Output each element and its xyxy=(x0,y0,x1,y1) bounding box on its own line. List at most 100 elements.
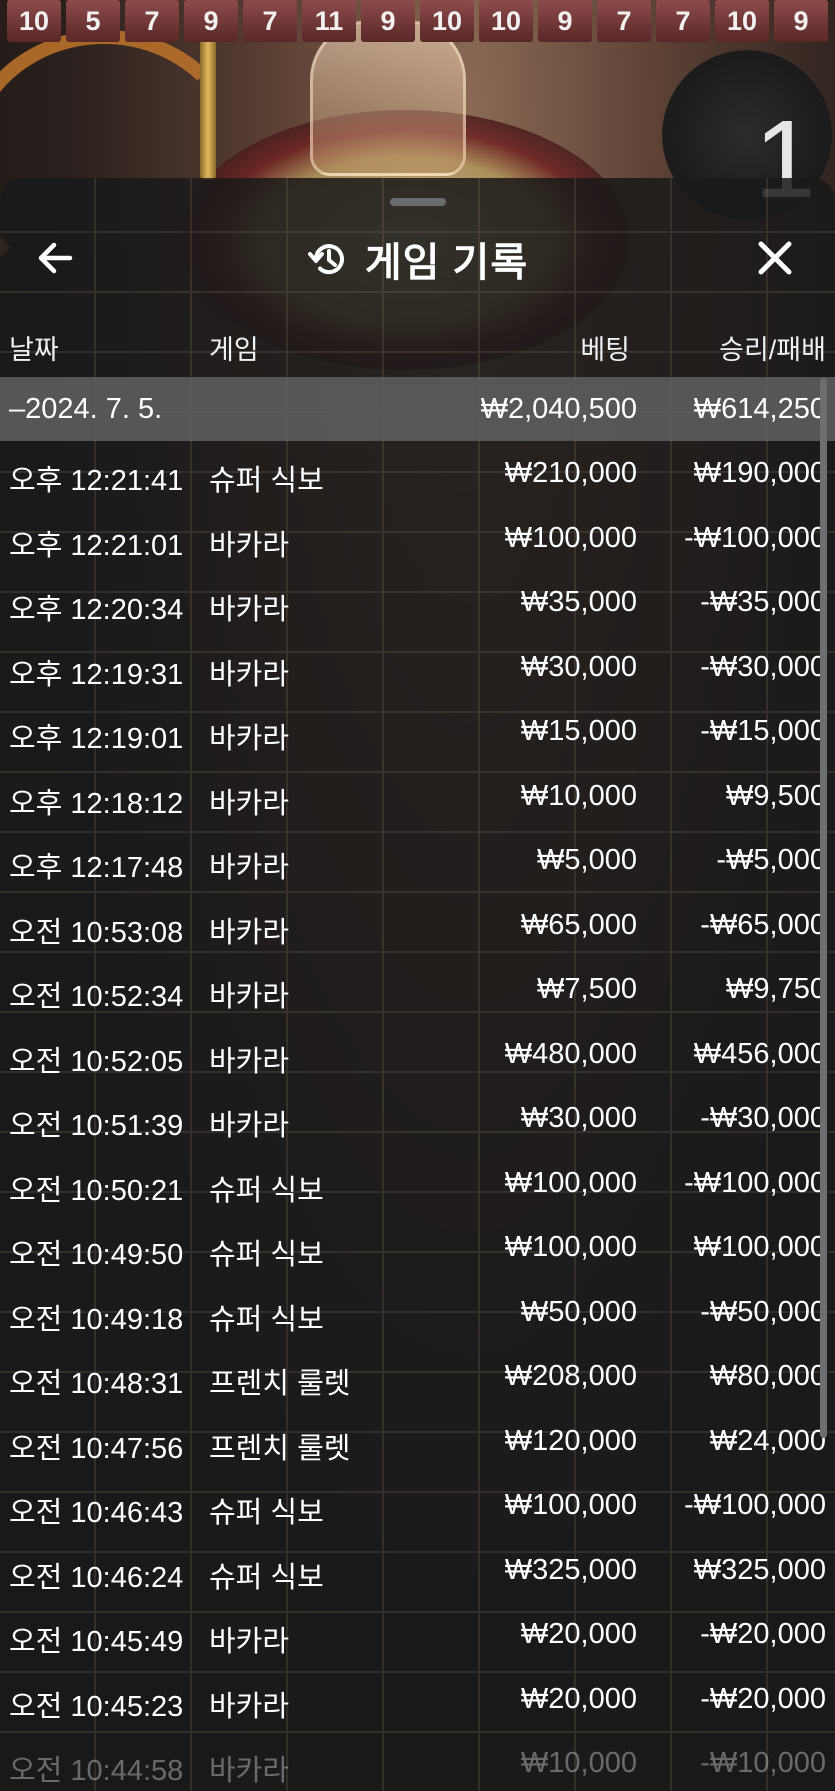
row-time: 오전 10:45:49 xyxy=(9,1626,184,1658)
history-row[interactable]: 오전 10:45:49 바카라 ₩20,000 -₩20,000 xyxy=(0,1602,835,1667)
row-win-loss: -₩100,000 xyxy=(684,1489,826,1521)
row-time: 오전 10:44:58 xyxy=(9,1755,184,1787)
row-game: 바카라 xyxy=(209,787,290,820)
history-row[interactable]: 오후 12:19:01 바카라 ₩15,000 -₩15,000 xyxy=(0,699,835,764)
history-row[interactable]: 오전 10:49:18 슈퍼 식보 ₩50,000 -₩50,000 xyxy=(0,1280,835,1345)
page-title: 게임 기록 xyxy=(364,241,529,285)
history-row[interactable]: 오전 10:49:50 슈퍼 식보 ₩100,000 ₩100,000 xyxy=(0,1215,835,1280)
row-game: 프렌치 룰렛 xyxy=(209,1368,351,1400)
close-icon xyxy=(758,241,792,275)
history-row[interactable]: 오전 10:50:21 슈퍼 식보 ₩100,000 -₩100,000 xyxy=(0,1151,835,1216)
column-headers: 날짜 게임 베팅 승리/패배 xyxy=(0,320,835,372)
column-header-game: 게임 xyxy=(209,335,259,365)
row-game: 바카라 xyxy=(209,1626,290,1658)
history-row[interactable]: 오전 10:46:24 슈퍼 식보 ₩325,000 ₩325,000 xyxy=(0,1538,835,1603)
row-bet: ₩20,000 xyxy=(520,1618,637,1650)
row-game: 바카라 xyxy=(209,1755,290,1787)
row-time: 오전 10:53:08 xyxy=(9,916,184,949)
row-time: 오전 10:50:21 xyxy=(9,1174,184,1207)
row-bet: ₩100,000 xyxy=(504,1489,637,1521)
row-game: 슈퍼 식보 xyxy=(209,1497,324,1529)
row-game: 슈퍼 식보 xyxy=(209,465,324,497)
row-win-loss: ₩80,000 xyxy=(709,1360,826,1392)
result-chip: 10 xyxy=(420,0,474,42)
history-row[interactable]: 오전 10:52:05 바카라 ₩480,000 ₩456,000 xyxy=(0,1022,835,1087)
row-win-loss: -₩30,000 xyxy=(700,1102,826,1134)
row-time: 오전 10:52:05 xyxy=(9,1045,184,1078)
row-win-loss: ₩325,000 xyxy=(693,1553,826,1586)
column-header-date: 날짜 xyxy=(9,335,59,365)
row-bet: ₩480,000 xyxy=(504,1037,637,1070)
row-game: 바카라 xyxy=(209,529,290,562)
history-row[interactable]: 오후 12:21:41 슈퍼 식보 ₩210,000 ₩190,000 xyxy=(0,441,835,506)
row-bet: ₩100,000 xyxy=(504,1166,637,1199)
row-bet: ₩7,500 xyxy=(537,973,637,1005)
row-win-loss: -₩30,000 xyxy=(700,650,826,683)
result-chip: 9 xyxy=(184,0,238,42)
row-bet: ₩10,000 xyxy=(520,1747,637,1779)
row-bet: ₩50,000 xyxy=(520,1295,637,1328)
row-time: 오전 10:49:18 xyxy=(9,1303,184,1336)
scrollbar[interactable] xyxy=(820,378,827,1438)
drag-handle[interactable] xyxy=(390,198,446,206)
history-row[interactable]: 오전 10:52:34 바카라 ₩7,500 ₩9,750 xyxy=(0,957,835,1022)
row-win-loss: -₩35,000 xyxy=(700,586,826,618)
history-row[interactable]: 오후 12:20:34 바카라 ₩35,000 -₩35,000 xyxy=(0,570,835,635)
history-icon xyxy=(307,244,344,275)
row-time: 오후 12:17:48 xyxy=(9,852,184,884)
row-time: 오전 10:45:23 xyxy=(9,1690,184,1723)
history-row[interactable]: 오후 12:17:48 바카라 ₩5,000 -₩5,000 xyxy=(0,828,835,893)
row-bet: ₩15,000 xyxy=(520,715,637,747)
row-win-loss: -₩10,000 xyxy=(700,1747,826,1779)
history-row[interactable]: 오전 10:48:31 프렌치 룰렛 ₩208,000 ₩80,000 xyxy=(0,1344,835,1409)
row-game: 프렌치 룰렛 xyxy=(209,1432,351,1465)
row-bet: ₩5,000 xyxy=(537,844,637,876)
history-row[interactable]: 오전 10:44:58 바카라 ₩10,000 -₩10,000 xyxy=(0,1731,835,1791)
row-win-loss: ₩24,000 xyxy=(709,1424,826,1457)
history-row[interactable]: 오후 12:21:01 바카라 ₩100,000 -₩100,000 xyxy=(0,506,835,571)
history-row[interactable]: 오전 10:45:23 바카라 ₩20,000 -₩20,000 xyxy=(0,1667,835,1732)
result-chip: 9 xyxy=(538,0,592,42)
row-win-loss: -₩15,000 xyxy=(700,715,826,747)
result-chip: 10 xyxy=(479,0,533,42)
column-header-bet: 베팅 xyxy=(580,335,630,365)
row-win-loss: ₩9,500 xyxy=(726,779,826,812)
history-row[interactable]: 오전 10:46:43 슈퍼 식보 ₩100,000 -₩100,000 xyxy=(0,1473,835,1538)
day-bet-total: ₩2,040,500 xyxy=(480,393,637,425)
history-row[interactable]: 오후 12:18:12 바카라 ₩10,000 ₩9,500 xyxy=(0,764,835,829)
row-time: 오후 12:18:12 xyxy=(9,787,184,820)
row-bet: ₩100,000 xyxy=(504,521,637,554)
row-win-loss: ₩9,750 xyxy=(726,973,826,1005)
result-chip: 7 xyxy=(597,0,651,42)
row-time: 오전 10:46:24 xyxy=(9,1561,184,1594)
row-time: 오전 10:48:31 xyxy=(9,1368,184,1400)
history-row[interactable]: 오후 12:19:31 바카라 ₩30,000 -₩30,000 xyxy=(0,635,835,700)
row-win-loss: ₩456,000 xyxy=(693,1037,826,1070)
row-time: 오후 12:21:41 xyxy=(9,465,184,497)
day-summary-row[interactable]: –2024. 7. 5. ₩2,040,500 ₩614,250 xyxy=(0,377,835,441)
row-time: 오전 10:51:39 xyxy=(9,1110,184,1142)
history-row[interactable]: 오전 10:51:39 바카라 ₩30,000 -₩30,000 xyxy=(0,1086,835,1151)
history-rows: 오후 12:21:41 슈퍼 식보 ₩210,000 ₩190,000 오후 12:21… xyxy=(0,441,835,1791)
game-history-sheet: 게임 기록 날짜 게임 베팅 승리/패배 –2024. 7. 5. ₩2,040… xyxy=(0,178,835,1791)
row-game: 슈퍼 식보 xyxy=(209,1239,324,1271)
row-game: 바카라 xyxy=(209,723,290,755)
row-game: 바카라 xyxy=(209,658,290,691)
row-bet: ₩210,000 xyxy=(504,457,637,489)
row-bet: ₩325,000 xyxy=(504,1553,637,1586)
result-history-strip: 10 5 7 9 7 11 9 10 10 9 7 7 10 9 xyxy=(0,0,835,48)
history-table: –2024. 7. 5. ₩2,040,500 ₩614,250 오후 12:2… xyxy=(0,377,835,1791)
result-chip: 7 xyxy=(656,0,710,42)
row-game: 바카라 xyxy=(209,1045,290,1078)
row-win-loss: -₩50,000 xyxy=(700,1295,826,1328)
history-row[interactable]: 오전 10:47:56 프렌치 룰렛 ₩120,000 ₩24,000 xyxy=(0,1409,835,1474)
result-chip: 10 xyxy=(7,0,61,42)
row-bet: ₩10,000 xyxy=(520,779,637,812)
row-win-loss: -₩5,000 xyxy=(716,844,826,876)
close-button[interactable] xyxy=(751,234,799,282)
row-win-loss: -₩20,000 xyxy=(700,1618,826,1650)
row-game: 바카라 xyxy=(209,981,290,1013)
history-row[interactable]: 오전 10:53:08 바카라 ₩65,000 -₩65,000 xyxy=(0,893,835,958)
row-game: 바카라 xyxy=(209,594,290,626)
row-time: 오후 12:19:31 xyxy=(9,658,184,691)
